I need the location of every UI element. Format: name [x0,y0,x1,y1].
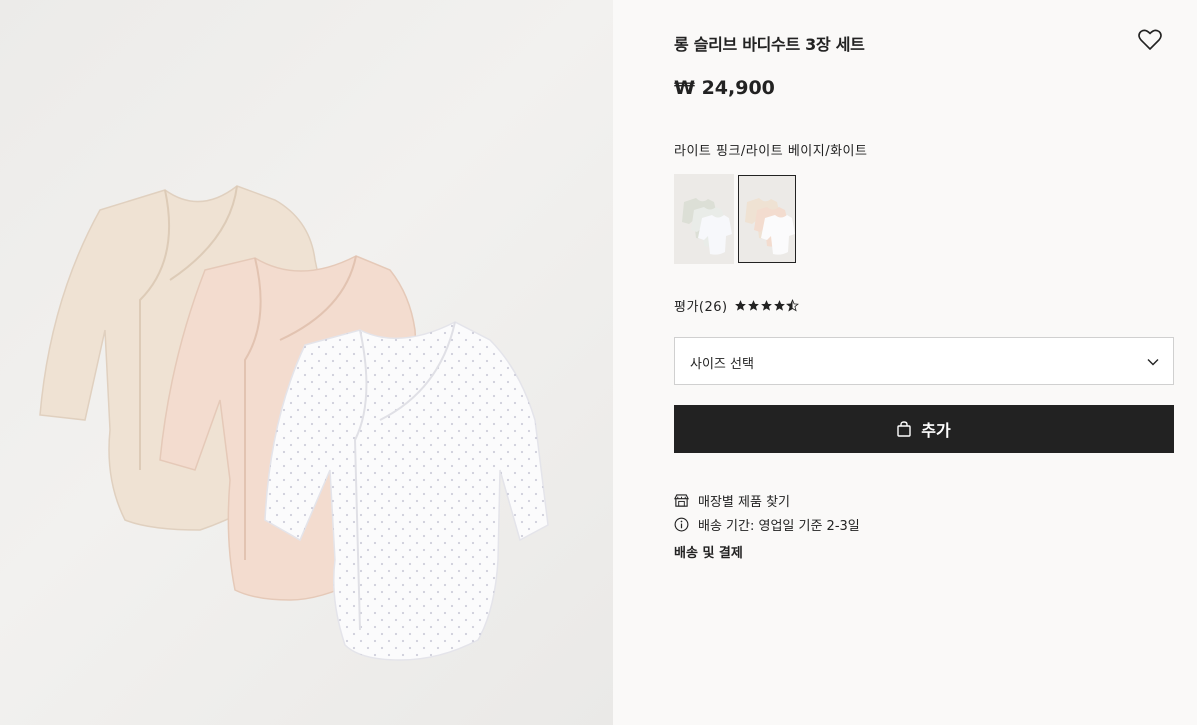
star-icon [760,300,772,311]
white-dotted-bodysuit [264,321,549,661]
shopping-bag-icon [897,421,911,437]
store-icon [674,494,689,507]
product-title: 롱 슬리브 바디수트 3장 세트 [674,35,865,54]
find-in-store-label: 매장별 제품 찾기 [698,495,790,510]
bodysuit-set-illustration [39,185,549,661]
rating-stars [734,299,799,312]
size-select[interactable]: 사이즈 선택 [674,337,1174,385]
star-icon [734,300,746,311]
chevron-down-icon [1147,359,1159,366]
star-icon [773,300,785,311]
find-in-store-link[interactable]: 매장별 제품 찾기 [674,491,790,510]
swatch-pink-beige-white[interactable] [738,175,796,263]
size-select-label: 사이즈 선택 [690,357,754,372]
add-to-bag-label: 추가 [921,421,951,440]
swatch-thumbnail [739,176,795,262]
half-star-icon [785,299,799,312]
swatch-gray-white[interactable] [674,174,734,264]
swatch-thumbnail [674,174,734,264]
heart-icon[interactable] [1137,27,1163,53]
add-to-bag-button[interactable]: 추가 [674,405,1174,453]
product-price: ₩ 24,900 [674,77,775,99]
info-icon [674,517,689,532]
product-image[interactable] [0,0,613,725]
shipping-payment-link[interactable]: 배송 및 결제 [674,542,743,561]
product-info-panel: 롱 슬리브 바디수트 3장 세트 ₩ 24,900 라이트 핑크/라이트 베이지… [674,0,1174,725]
rating-label: 평가(26) [674,300,728,315]
shipping-time-label: 배송 기간: 영업일 기준 2-3일 [698,519,860,534]
star-icon [747,300,759,311]
color-name: 라이트 핑크/라이트 베이지/화이트 [674,144,868,159]
rating[interactable]: 평가(26) [674,296,799,315]
shipping-time: 배송 기간: 영업일 기준 2-3일 [674,515,860,534]
